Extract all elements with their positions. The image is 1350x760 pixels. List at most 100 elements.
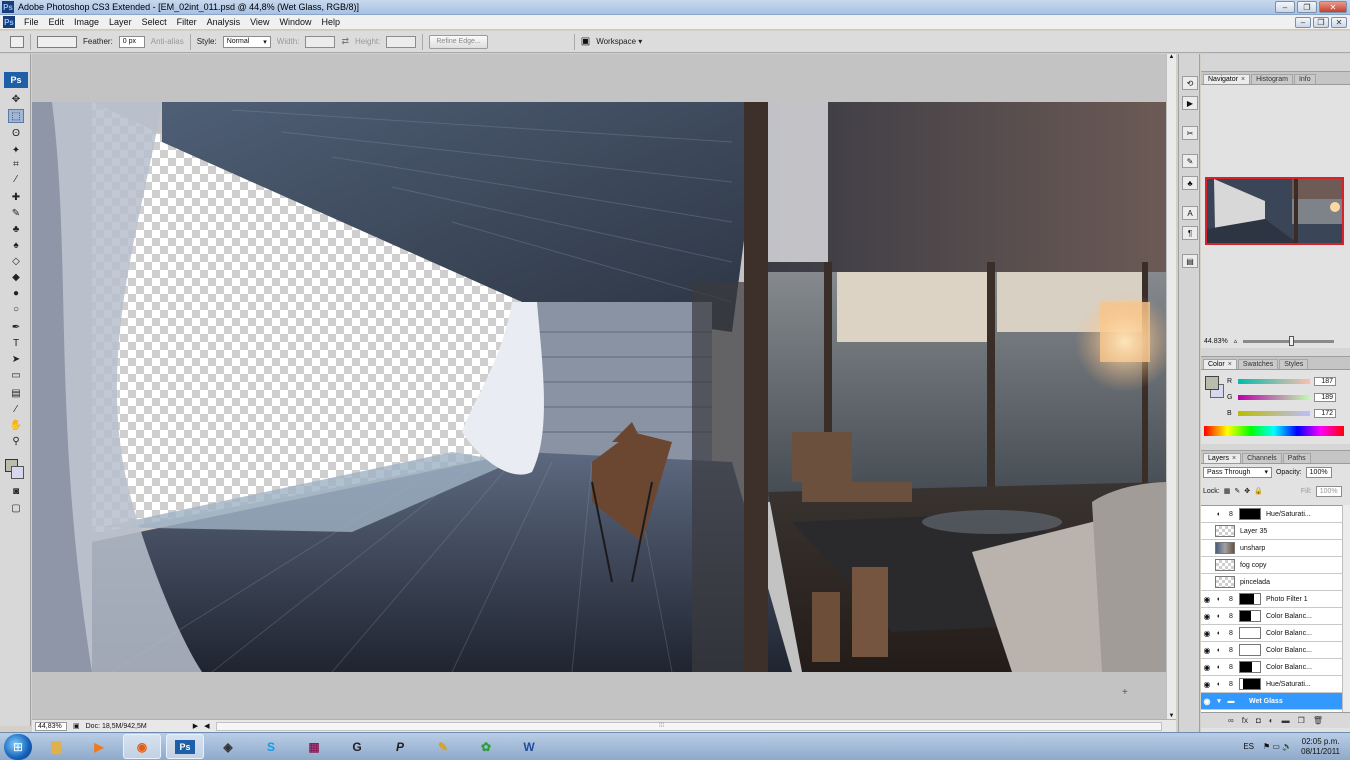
word-taskbar-icon[interactable]: W — [510, 734, 548, 759]
paint-bucket-icon[interactable]: ◆ — [8, 270, 24, 284]
shape-tool-icon[interactable]: ▭ — [8, 368, 24, 382]
layer-row[interactable]: ◉ ◐ 8 Color Balanc... — [1201, 659, 1342, 676]
zoom-slider[interactable] — [1243, 335, 1334, 346]
background-color-swatch[interactable] — [11, 466, 24, 479]
tab-channels[interactable]: Channels — [1242, 453, 1282, 463]
menu-filter[interactable]: Filter — [172, 17, 202, 27]
doc-minimize-button[interactable]: – — [1295, 16, 1311, 28]
move-tool-icon[interactable]: ✥ — [8, 92, 24, 106]
style-dropdown[interactable]: Normal ▾ — [222, 35, 271, 48]
menu-file[interactable]: File — [19, 17, 44, 27]
marquee-tool-preset-icon[interactable] — [10, 35, 24, 48]
layer-mask-thumbnail[interactable] — [1239, 678, 1261, 690]
eye-icon[interactable]: ◉ — [1201, 680, 1213, 689]
layer-mask-thumbnail[interactable] — [1239, 610, 1261, 622]
network-taskbar-icon[interactable]: ✿ — [467, 734, 505, 759]
layer-row[interactable]: Layer 35 — [1201, 523, 1342, 540]
red-value-input[interactable]: 187 — [1314, 376, 1336, 386]
path-selection-icon[interactable]: ➤ — [8, 352, 24, 366]
document-image[interactable] — [32, 102, 1166, 672]
eraser-icon[interactable]: ◇ — [8, 254, 24, 268]
status-info-icon[interactable]: ▣ — [73, 722, 80, 730]
skype-taskbar-icon[interactable]: S — [252, 734, 290, 759]
new-layer-icon[interactable]: ❐ — [1298, 716, 1305, 725]
zoom-slider-handle[interactable] — [1288, 335, 1294, 346]
brush-tool-icon[interactable]: ✎ — [8, 206, 24, 220]
blur-tool-icon[interactable]: ● — [8, 286, 24, 300]
new-adjustment-icon[interactable]: ◐ — [1269, 716, 1274, 725]
px-taskbar-icon[interactable]: P — [381, 734, 419, 759]
paragraph-panel-icon[interactable]: ¶ — [1182, 226, 1198, 240]
eye-icon[interactable]: ◉ — [1201, 663, 1213, 672]
firefox-taskbar-icon[interactable]: ◉ — [123, 734, 161, 759]
layer-row[interactable]: ◉ ◐ 8 Color Balanc... — [1201, 625, 1342, 642]
tab-navigator[interactable]: Navigator × — [1203, 74, 1251, 84]
color-spectrum-ramp[interactable] — [1204, 426, 1344, 436]
camera-icon[interactable]: ▣ — [581, 36, 590, 47]
eyedropper-icon[interactable]: ⁄ — [8, 172, 24, 186]
close-icon[interactable]: × — [1232, 455, 1236, 462]
scroll-up-arrow[interactable]: ▲ — [1167, 54, 1176, 60]
menu-edit[interactable]: Edit — [44, 17, 70, 27]
eye-icon[interactable]: ◉ — [1201, 612, 1213, 621]
clone-stamp-icon[interactable]: ♣ — [8, 222, 24, 236]
blue-slider[interactable] — [1238, 410, 1310, 416]
explorer-taskbar-icon[interactable]: ▇ — [37, 734, 75, 759]
trash-icon[interactable]: 🗑 — [1313, 716, 1323, 725]
quick-mask-icon[interactable]: ◙ — [8, 484, 24, 498]
menu-layer[interactable]: Layer — [104, 17, 137, 27]
layer-row[interactable]: ◉ ◐ 8 Color Balanc... — [1201, 608, 1342, 625]
pen-tool-icon[interactable]: ✒ — [8, 320, 24, 334]
tab-paths[interactable]: Paths — [1282, 453, 1311, 463]
tab-histogram[interactable]: Histogram — [1251, 74, 1293, 84]
swap-icon[interactable]: ⇄ — [341, 36, 349, 47]
refine-edge-button[interactable]: Refine Edge... — [429, 34, 488, 49]
layer-row[interactable]: pincelada — [1201, 574, 1342, 591]
antialias-checkbox[interactable]: Anti-alias — [151, 37, 184, 46]
layer-style-icon[interactable]: fx — [1242, 716, 1248, 725]
menu-window[interactable]: Window — [274, 17, 316, 27]
eyedropper2-icon[interactable]: ⁄ — [8, 402, 24, 416]
type-tool-icon[interactable]: T — [8, 336, 24, 350]
scroll-left-arrow[interactable]: ◀ — [204, 722, 209, 730]
menu-view[interactable]: View — [245, 17, 274, 27]
green-slider[interactable] — [1238, 394, 1310, 400]
add-mask-icon[interactable]: ◘ — [1256, 716, 1261, 725]
magic-wand-icon[interactable]: ✦ — [8, 143, 24, 157]
lock-paint-icon[interactable]: ✎ — [1234, 487, 1240, 495]
zoom-tool-icon[interactable]: ⚲ — [8, 434, 24, 448]
tab-swatches[interactable]: Swatches — [1237, 359, 1279, 369]
width-input[interactable] — [305, 35, 336, 48]
blend-mode-dropdown[interactable]: Pass Through ▾ — [1203, 466, 1272, 478]
layer-row[interactable]: ◐ 8 Hue/Saturati... — [1201, 506, 1342, 523]
tray-icons[interactable]: ⚑ ▭ 🔊 — [1263, 742, 1292, 751]
minimize-button[interactable]: – — [1275, 1, 1295, 13]
tab-styles[interactable]: Styles — [1279, 359, 1309, 369]
layer-row[interactable]: ◉ ◐ 8 Photo Filter 1 — [1201, 591, 1342, 608]
eye-icon[interactable]: ◉ — [1201, 646, 1213, 655]
layer-mask-thumbnail[interactable] — [1239, 661, 1261, 673]
layer-mask-thumbnail[interactable] — [1239, 644, 1261, 656]
history-brush-icon[interactable]: ♠ — [8, 238, 24, 252]
start-button[interactable]: ⊞ — [4, 733, 32, 760]
feather-input[interactable]: 0 px — [118, 35, 145, 48]
layer-row[interactable]: ◉ ◐ 8 Color Balanc... — [1201, 642, 1342, 659]
tool-presets-icon[interactable]: ✂ — [1182, 126, 1198, 140]
layers-scrollbar[interactable] — [1342, 505, 1350, 712]
crop-tool-icon[interactable]: ⌗ — [8, 157, 24, 171]
menu-image[interactable]: Image — [69, 17, 104, 27]
close-icon[interactable]: × — [1241, 76, 1245, 83]
close-icon[interactable]: × — [1228, 361, 1232, 368]
hand-tool-icon[interactable]: ✋ — [8, 418, 24, 432]
zoom-out-icon[interactable]: ▵ — [1234, 337, 1238, 345]
layer-row[interactable]: ◉ ◐ 8 Hue/Saturati... — [1201, 676, 1342, 693]
eye-icon[interactable]: ◉ — [1201, 629, 1213, 638]
menu-help[interactable]: Help — [316, 17, 345, 27]
notes-taskbar-icon[interactable]: ✎ — [424, 734, 462, 759]
tab-layers[interactable]: Layers × — [1203, 453, 1242, 463]
winrar-taskbar-icon[interactable]: ▦ — [295, 734, 333, 759]
doc-restore-button[interactable]: ❐ — [1313, 16, 1329, 28]
expand-triangle-icon[interactable]: ▾ — [1213, 697, 1225, 705]
layer-row[interactable]: unsharp — [1201, 540, 1342, 557]
layer-mask-thumbnail[interactable] — [1239, 627, 1261, 639]
